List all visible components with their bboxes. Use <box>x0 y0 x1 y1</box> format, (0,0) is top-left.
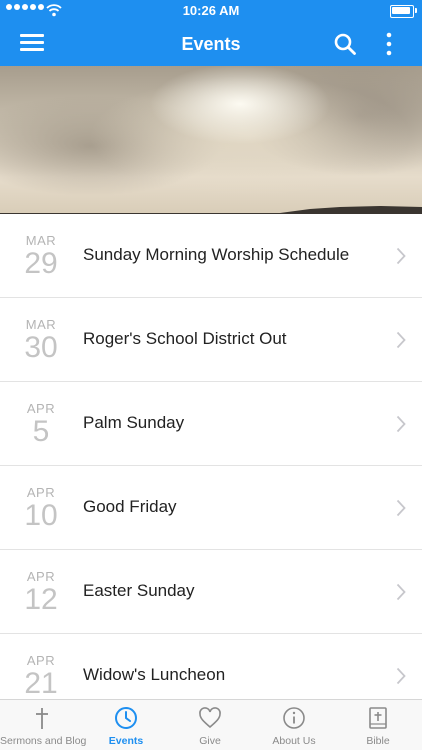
more-options-icon[interactable] <box>382 32 396 56</box>
event-day: 30 <box>24 331 58 364</box>
tab-label: Bible <box>366 735 390 747</box>
tab-sermons-and-blog[interactable]: Sermons and Blog <box>0 700 87 750</box>
event-row[interactable]: APR 5 Palm Sunday <box>0 382 422 466</box>
chevron-right-icon <box>396 247 406 265</box>
tab-events[interactable]: Events <box>84 700 168 750</box>
event-row[interactable]: APR 12 Easter Sunday <box>0 550 422 634</box>
events-list: MAR 29 Sunday Morning Worship Schedule M… <box>0 214 422 700</box>
info-icon <box>283 707 305 729</box>
chevron-right-icon <box>396 415 406 433</box>
chevron-right-icon <box>396 667 406 685</box>
event-row[interactable]: MAR 29 Sunday Morning Worship Schedule <box>0 214 422 298</box>
event-day: 10 <box>24 499 58 532</box>
status-time: 10:26 AM <box>182 3 240 18</box>
tab-label: Sermons and Blog <box>0 735 87 747</box>
tab-about-us[interactable]: About Us <box>252 700 336 750</box>
bible-icon <box>369 707 387 729</box>
event-row[interactable]: MAR 30 Roger's School District Out <box>0 298 422 382</box>
event-row[interactable]: APR 21 Widow's Luncheon <box>0 634 422 700</box>
event-day: 21 <box>24 667 58 700</box>
tab-bible[interactable]: Bible <box>336 700 420 750</box>
event-day: 29 <box>24 247 58 280</box>
event-title: Good Friday <box>83 497 177 516</box>
tab-give[interactable]: Give <box>168 700 252 750</box>
navigation-bar: Events <box>0 22 422 66</box>
chevron-right-icon <box>396 499 406 517</box>
status-bar: 10:26 AM <box>0 0 422 22</box>
hills-silhouette <box>0 206 422 214</box>
event-title: Palm Sunday <box>83 413 185 432</box>
event-title: Sunday Morning Worship Schedule <box>83 245 350 264</box>
event-title: Widow's Luncheon <box>83 665 226 684</box>
event-title: Easter Sunday <box>83 581 195 600</box>
tab-label: About Us <box>272 735 316 747</box>
heart-icon <box>199 707 221 729</box>
tab-label: Give <box>199 735 221 747</box>
battery-tip <box>415 8 417 13</box>
clock-icon <box>115 707 137 729</box>
cross-icon <box>36 708 48 729</box>
chevron-right-icon <box>396 331 406 349</box>
event-row[interactable]: APR 10 Good Friday <box>0 466 422 550</box>
tab-label: Events <box>108 735 144 747</box>
search-icon[interactable] <box>333 32 357 56</box>
event-day: 12 <box>24 583 58 616</box>
event-day: 5 <box>32 415 50 448</box>
hero-sky-image <box>0 66 422 214</box>
tab-bar: Sermons and Blog Events Give About Us Bi… <box>0 699 422 750</box>
event-title: Roger's School District Out <box>83 329 287 348</box>
chevron-right-icon <box>396 583 406 601</box>
page-title: Events <box>181 34 241 54</box>
battery-icon <box>390 5 414 18</box>
